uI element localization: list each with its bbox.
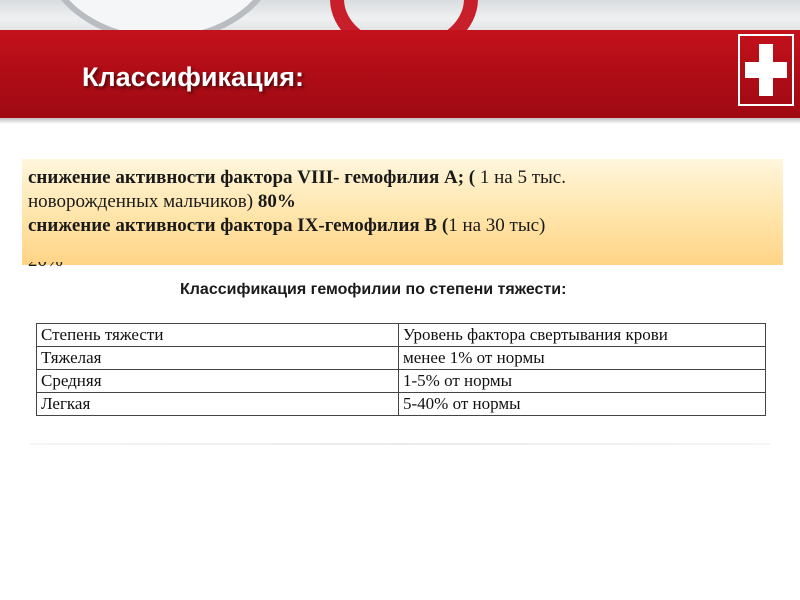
header-cell-factor-level: Уровень фактора свертывания крови xyxy=(398,323,766,347)
info-line-hemophilia-b: снижение активности фактора IX-гемофилия… xyxy=(28,214,777,238)
info-hemophilia-a-percent: 80% xyxy=(257,191,296,212)
info-line-hemophilia-a-share: новорожденных мальчиков) 80% xyxy=(28,190,777,214)
cell-severity: Средняя xyxy=(36,369,399,393)
table-row: Средняя 1-5% от нормы xyxy=(36,369,766,393)
cell-factor-level: менее 1% от нормы xyxy=(398,346,766,370)
header-cell-severity: Степень тяжести xyxy=(36,323,399,347)
stethoscope-tube-image xyxy=(330,0,478,30)
medical-cross-icon xyxy=(738,34,794,106)
severity-table: Степень тяжести Уровень фактора свертыва… xyxy=(36,323,766,416)
info-overflow-line: 20% xyxy=(28,262,88,272)
page-title: Классификация: xyxy=(82,62,304,92)
cell-factor-level: 1-5% от нормы xyxy=(398,369,766,393)
classification-text-box: снижение активности фактора VIII- гемофи… xyxy=(22,159,783,265)
info-hemophilia-b-percent: 20% xyxy=(28,262,63,271)
cell-factor-level: 5-40% от нормы xyxy=(398,392,766,416)
info-hemophilia-b-incidence: 1 на 30 тыс) xyxy=(448,215,546,236)
table-title: Классификация гемофилии по степени тяжес… xyxy=(180,281,567,298)
cell-severity: Легкая xyxy=(36,392,399,416)
table-row: Легкая 5-40% от нормы xyxy=(36,392,766,416)
cell-severity: Тяжелая xyxy=(36,346,399,370)
pressure-gauge-image xyxy=(40,0,282,30)
info-hemophilia-a-incidence: 1 на 5 тыс. xyxy=(475,167,566,188)
divider xyxy=(30,443,770,445)
info-hemophilia-b-text: снижение активности фактора IX-гемофилия… xyxy=(28,215,449,236)
info-hemophilia-a-text: снижение активности фактора VIII- гемофи… xyxy=(28,167,476,188)
info-line-hemophilia-a: снижение активности фактора VIII- гемофи… xyxy=(28,166,777,190)
cross-horizontal-bar xyxy=(745,62,787,78)
stethoscope-photo-strip xyxy=(0,0,800,30)
info-newborn-boys-text: новорожденных мальчиков) xyxy=(28,191,258,212)
table-header-row: Степень тяжести Уровень фактора свертыва… xyxy=(36,323,766,347)
table-row: Тяжелая менее 1% от нормы xyxy=(36,346,766,370)
